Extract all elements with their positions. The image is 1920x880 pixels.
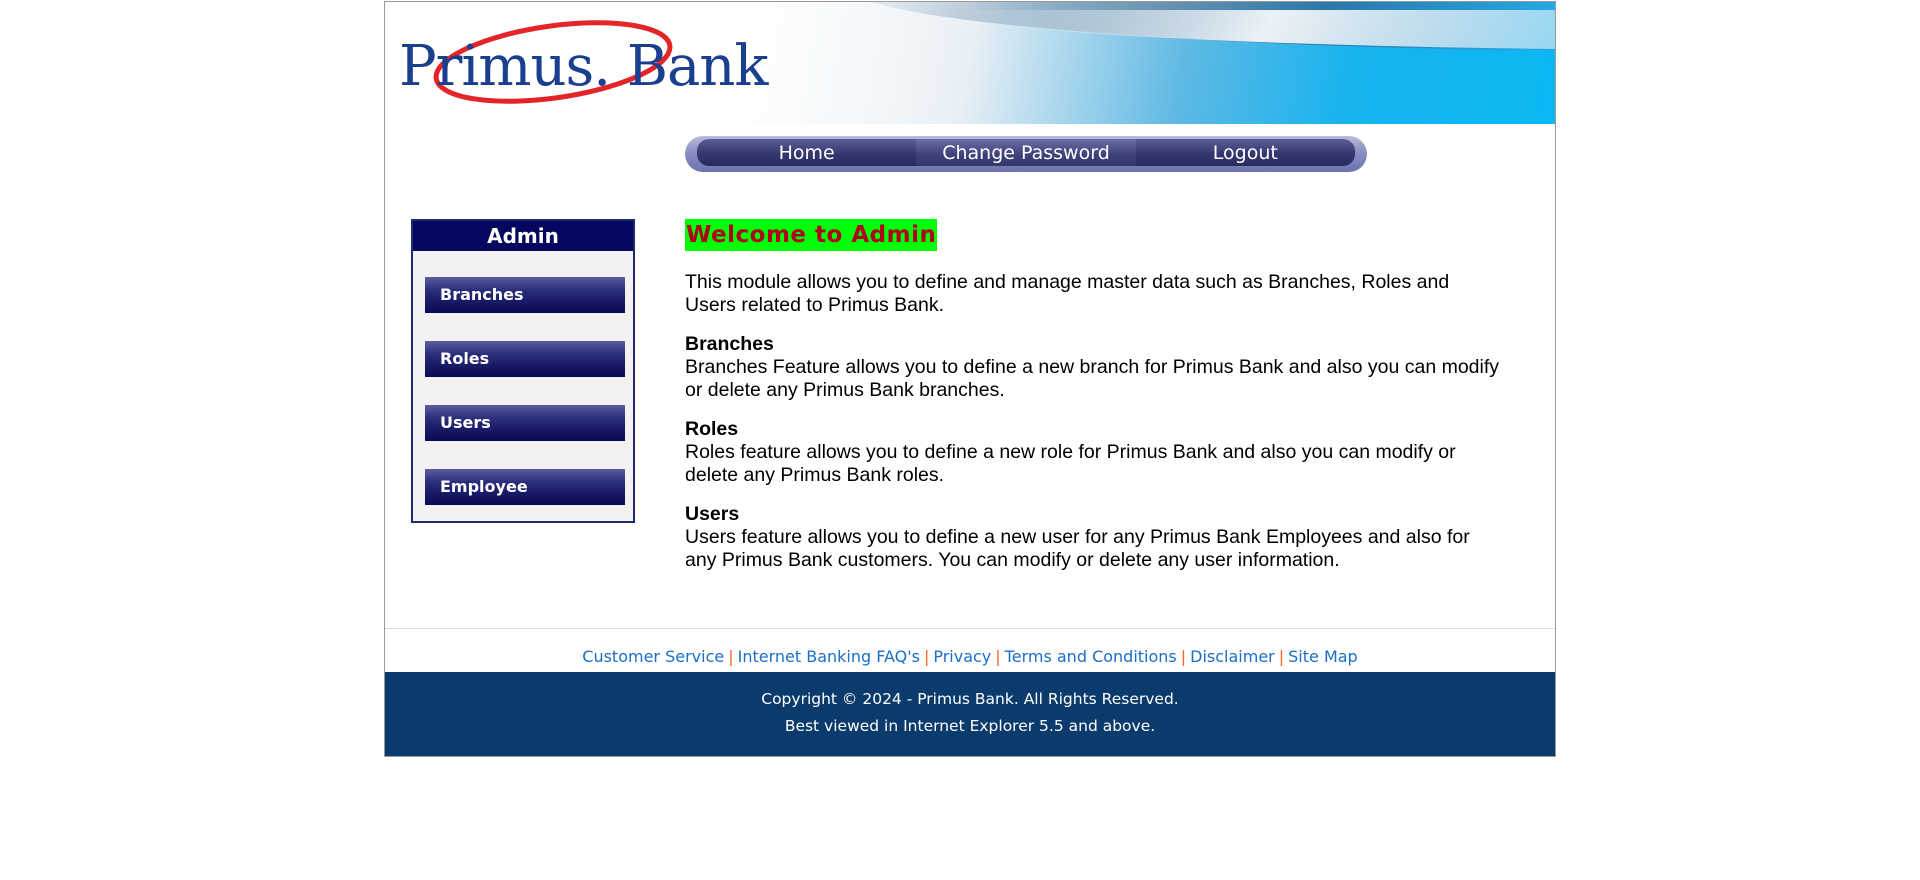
section-text: Branches Feature allows you to define a …: [685, 356, 1500, 401]
page-title: Welcome to Admin: [685, 219, 938, 251]
bank-logo[interactable]: Primus. Bank: [399, 14, 768, 112]
page-frame: Primus. Bank Home Change Password Logout…: [384, 1, 1556, 757]
footer-link-terms[interactable]: Terms and Conditions: [1005, 647, 1177, 666]
section-title: Users: [685, 503, 740, 525]
section-text: Roles feature allows you to define a new…: [685, 441, 1456, 486]
sidebar-item-roles[interactable]: Roles: [425, 341, 625, 377]
header-swoosh-highlight: [933, 10, 1555, 50]
sidebar-item-users[interactable]: Users: [425, 405, 625, 441]
section-text: Users feature allows you to define a new…: [685, 526, 1470, 571]
footer-link-disclaimer[interactable]: Disclaimer: [1190, 647, 1275, 666]
sidebar-item-branches[interactable]: Branches: [425, 277, 625, 313]
browser-note: Best viewed in Internet Explorer 5.5 and…: [784, 717, 1156, 735]
copyright-text: Copyright © 2024 - Primus Bank. All Righ…: [761, 690, 1179, 708]
section-roles: Roles Roles feature allows you to define…: [685, 418, 1505, 487]
sidebar-item-employee[interactable]: Employee: [425, 469, 625, 505]
footer-separator: |: [1278, 647, 1285, 666]
footer-divider: [385, 628, 1555, 629]
section-branches: Branches Branches Feature allows you to …: [685, 333, 1505, 402]
footer-separator: |: [995, 647, 1001, 666]
nav-home[interactable]: Home: [697, 139, 916, 166]
header-banner: Primus. Bank: [385, 2, 1555, 124]
footer-separator: |: [1180, 647, 1187, 666]
section-title: Branches: [685, 333, 774, 355]
nav-logout[interactable]: Logout: [1136, 139, 1355, 166]
top-nav: Home Change Password Logout: [685, 136, 1367, 172]
footer-link-customer-service[interactable]: Customer Service: [582, 647, 724, 666]
footer-link-privacy[interactable]: Privacy: [933, 647, 991, 666]
footer-links: Customer Service | Internet Banking FAQ's |…: [385, 646, 1555, 668]
copyright-bar: Copyright © 2024 - Primus Bank. All Righ…: [385, 672, 1555, 756]
footer-separator: |: [728, 647, 734, 666]
sidebar-title: Admin: [413, 221, 633, 251]
footer-link-site-map[interactable]: Site Map: [1288, 647, 1358, 666]
footer-link-faqs[interactable]: Internet Banking FAQ's: [738, 647, 920, 666]
footer-separator: |: [923, 647, 930, 666]
nav-change-password[interactable]: Change Password: [916, 139, 1136, 166]
section-users: Users Users feature allows you to define…: [685, 503, 1505, 572]
section-title: Roles: [685, 418, 739, 440]
main-content: Welcome to Admin This module allows you …: [685, 219, 1505, 572]
intro-text: This module allows you to define and man…: [685, 271, 1450, 316]
admin-sidebar: Admin Branches Roles Users Employee: [411, 219, 635, 523]
logo-text: Primus. Bank: [399, 34, 768, 99]
